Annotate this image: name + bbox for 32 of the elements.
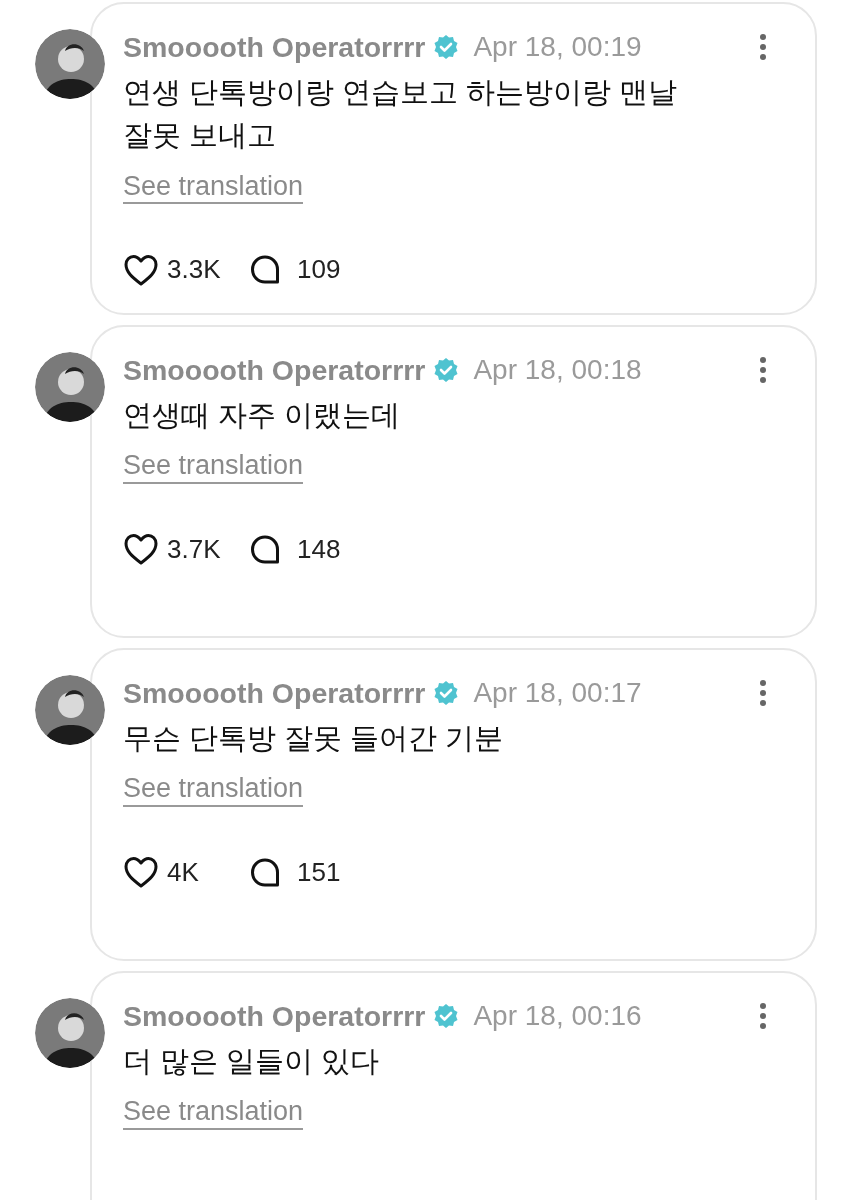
- more-options-icon[interactable]: [759, 1002, 767, 1031]
- like-icon[interactable]: [123, 855, 159, 890]
- post-time: Apr 18, 00:17: [473, 676, 642, 711]
- like-count: 3.3K: [167, 253, 222, 287]
- post-text: 연생 단톡방이랑 연습보고 하는방이랑 맨날 잘못 보내고: [123, 74, 679, 154]
- more-options-icon[interactable]: [759, 356, 767, 385]
- see-translation-link[interactable]: See translation: [123, 449, 304, 484]
- author-name[interactable]: Smooooth Operatorrrr: [123, 26, 426, 69]
- reply-icon[interactable]: [249, 856, 281, 888]
- post-time: Apr 18, 00:19: [473, 30, 642, 65]
- see-translation-link[interactable]: See translation: [123, 169, 304, 205]
- like-count: 3.7K: [167, 532, 222, 566]
- reply-count: 151: [297, 855, 341, 889]
- see-translation-link[interactable]: See translation: [123, 1095, 304, 1130]
- more-options-icon[interactable]: [759, 679, 767, 708]
- post-text: 연생때 자주 이랬는데: [123, 397, 402, 433]
- post-text: 더 많은 일들이 있다: [123, 1043, 381, 1079]
- author-name[interactable]: Smooooth Operatorrrr: [123, 995, 426, 1038]
- author-name[interactable]: Smooooth Operatorrrr: [123, 349, 426, 392]
- like-icon[interactable]: [123, 532, 159, 567]
- post-time: Apr 18, 00:16: [473, 999, 642, 1034]
- reply-icon[interactable]: [249, 533, 281, 565]
- post-time: Apr 18, 00:18: [473, 353, 642, 388]
- like-icon[interactable]: [123, 252, 159, 287]
- more-options-icon[interactable]: [759, 33, 767, 62]
- post-text: 무슨 단톡방 잘못 들어간 기분: [123, 720, 505, 756]
- reply-count: 148: [297, 532, 341, 566]
- author-name[interactable]: Smooooth Operatorrrr: [123, 672, 426, 715]
- reply-icon[interactable]: [249, 254, 281, 286]
- like-count: 4K: [167, 855, 200, 889]
- reply-count: 109: [297, 253, 341, 287]
- see-translation-link[interactable]: See translation: [123, 772, 304, 807]
